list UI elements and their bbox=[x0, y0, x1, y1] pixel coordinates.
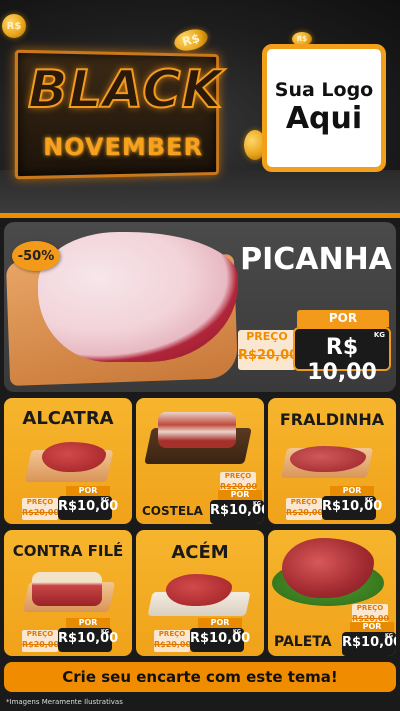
old-price-value: R$20,00 bbox=[22, 640, 60, 649]
new-price-box: R$10,00 KG bbox=[342, 632, 396, 656]
old-price: PREÇO R$20,00 bbox=[286, 498, 324, 520]
contra-file-image bbox=[32, 572, 102, 606]
price-unit: KG bbox=[253, 501, 261, 507]
footnote: *Imagens Meramente Ilustrativas bbox=[6, 698, 123, 706]
product-card-fraldinha[interactable]: FRALDINHA PREÇO R$20,00 POR R$10,00 KG bbox=[268, 398, 396, 524]
new-price-label: POR bbox=[198, 618, 242, 628]
new-price-label: POR bbox=[218, 490, 262, 500]
product-title: CONTRA FILÉ bbox=[12, 542, 124, 560]
old-price-label: PREÇO bbox=[158, 630, 186, 638]
new-price: POR R$10,00 KG bbox=[342, 622, 396, 656]
old-price-value: R$20,00 bbox=[22, 508, 60, 517]
old-price-label: PREÇO bbox=[246, 330, 288, 343]
old-price-label: PREÇO bbox=[26, 498, 54, 506]
costela-image bbox=[158, 412, 236, 448]
logo-line1: Sua Logo bbox=[274, 79, 374, 101]
cta-button[interactable]: Crie seu encarte com este tema! bbox=[4, 662, 396, 692]
product-card-costela[interactable]: COSTELA PREÇO R$20,00 POR R$10,00 KG bbox=[136, 398, 264, 524]
old-price-label: PREÇO bbox=[224, 472, 252, 480]
coin-icon: R$ bbox=[2, 14, 26, 38]
old-price-label: PREÇO bbox=[356, 604, 384, 612]
price-unit: KG bbox=[101, 629, 109, 635]
old-price-value: R$20,00 bbox=[238, 348, 299, 363]
header-banner: R$ R$ R$ BLACK NOVEMBER Sua Logo Aqui bbox=[0, 0, 400, 213]
product-title: ACÉM bbox=[171, 542, 229, 563]
new-price: POR R$10,00 KG bbox=[210, 490, 264, 524]
product-title: PALETA bbox=[274, 634, 332, 650]
price-unit: KG bbox=[101, 497, 109, 503]
price-unit: KG bbox=[365, 497, 373, 503]
old-price-value: R$20,00 bbox=[154, 640, 192, 649]
featured-new-price: POR R$ 10,00 KG bbox=[293, 310, 391, 385]
product-title: ALCATRA bbox=[22, 408, 114, 429]
new-price-box: R$10,00 KG bbox=[58, 628, 118, 652]
old-price-label: PREÇO bbox=[290, 498, 318, 506]
old-price-label: PREÇO bbox=[26, 630, 54, 638]
new-price: POR R$10,00 KG bbox=[58, 486, 118, 520]
featured-title: PICANHA bbox=[240, 242, 392, 277]
product-title: COSTELA bbox=[142, 504, 203, 518]
new-price-box: R$ 10,00 KG bbox=[293, 327, 391, 385]
black-november-subtitle: NOVEMBER bbox=[43, 133, 203, 161]
featured-old-price: PREÇO R$20,00 bbox=[238, 330, 299, 370]
old-price: PREÇO R$20,00 bbox=[154, 630, 192, 652]
product-title: FRALDINHA bbox=[279, 410, 385, 429]
new-price-box: R$10,00 KG bbox=[190, 628, 250, 652]
new-price-label: POR bbox=[350, 622, 394, 632]
old-price: PREÇO R$20,00 bbox=[22, 630, 60, 652]
coin-icon: R$ bbox=[171, 25, 211, 55]
product-card-contra-file[interactable]: CONTRA FILÉ PREÇO R$20,00 POR R$10,00 KG bbox=[4, 530, 132, 656]
logo-line2: Aqui bbox=[285, 101, 363, 136]
black-november-title: BLACK bbox=[27, 59, 223, 121]
old-price: PREÇO R$20,00 bbox=[22, 498, 60, 520]
product-card-alcatra[interactable]: ALCATRA PREÇO R$20,00 POR R$10,00 KG bbox=[4, 398, 132, 524]
new-price-label: POR bbox=[66, 618, 110, 628]
price-unit: KG bbox=[373, 331, 385, 339]
new-price-label: POR bbox=[330, 486, 374, 496]
price-unit: KG bbox=[385, 633, 393, 639]
discount-badge: -50% bbox=[12, 241, 60, 271]
new-price-label: POR bbox=[66, 486, 110, 496]
product-card-paleta[interactable]: PALETA PREÇO R$20,00 POR R$10,00 KG bbox=[268, 530, 396, 656]
new-price-value: R$ 10,00 bbox=[307, 335, 377, 385]
old-price-value: R$20,00 bbox=[286, 508, 324, 517]
new-price: POR R$10,00 KG bbox=[190, 618, 250, 652]
price-unit: KG bbox=[233, 629, 241, 635]
product-card-acem[interactable]: ACÉM PREÇO R$20,00 POR R$10,00 KG bbox=[136, 530, 264, 656]
new-price-box: R$10,00 KG bbox=[322, 496, 382, 520]
new-price-label: POR bbox=[297, 310, 389, 327]
new-price: POR R$10,00 KG bbox=[322, 486, 382, 520]
new-price-box: R$10,00 KG bbox=[58, 496, 118, 520]
new-price-box: R$10,00 KG bbox=[210, 500, 264, 524]
logo-placeholder[interactable]: Sua Logo Aqui bbox=[262, 44, 386, 172]
new-price: POR R$10,00 KG bbox=[58, 618, 118, 652]
divider bbox=[0, 213, 400, 218]
